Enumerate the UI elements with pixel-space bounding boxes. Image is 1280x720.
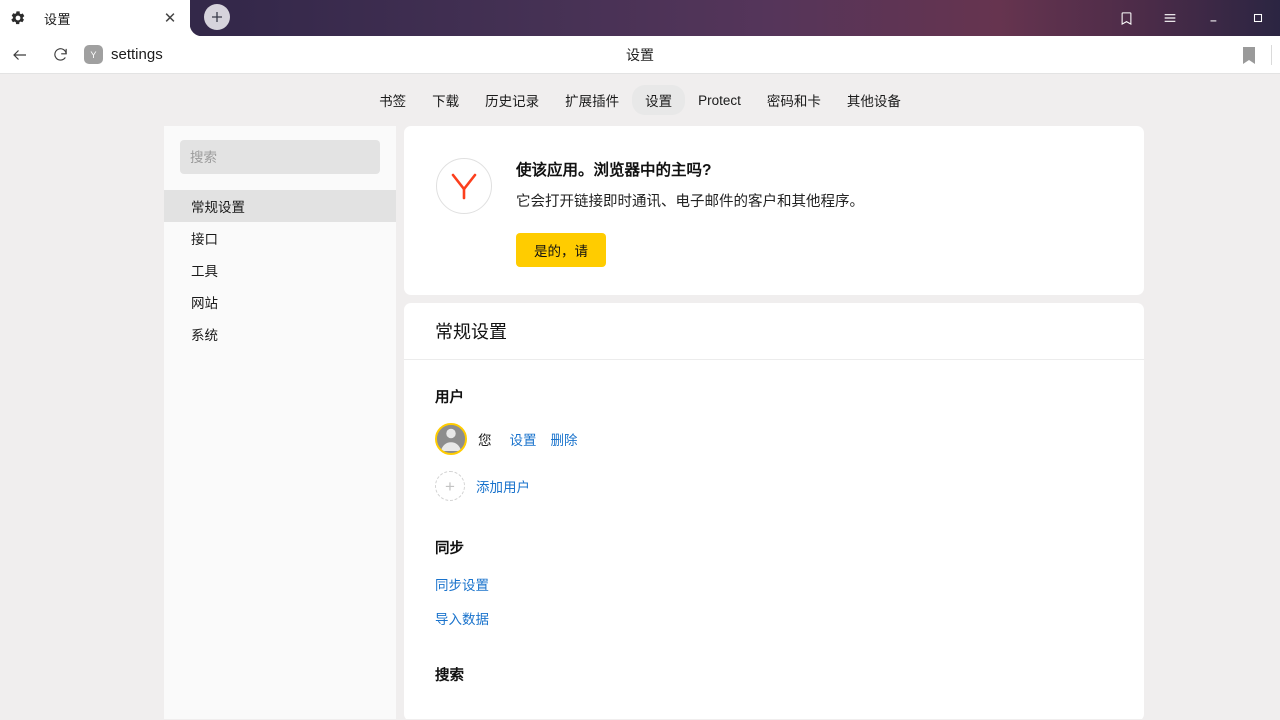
- promo-description: 它会打开链接即时通讯、电子邮件的客户和其他程序。: [516, 194, 864, 210]
- reload-icon: [53, 48, 67, 61]
- avatar[interactable]: [435, 423, 467, 455]
- tab-label: 设置: [44, 11, 72, 27]
- set-default-browser-button[interactable]: 是的，请: [516, 233, 606, 267]
- users-section-title: 用户: [435, 390, 464, 406]
- window-controls: [1104, 0, 1280, 36]
- settings-topnav: 书签 下载 历史记录 扩展插件 设置 Protect 密码和卡 其他设备: [0, 74, 1280, 126]
- plus-icon: [212, 12, 222, 22]
- topnav-item-1[interactable]: 下载: [419, 85, 472, 115]
- back-arrow-icon: [13, 49, 26, 60]
- y-glyph-icon: Y: [90, 50, 96, 60]
- page-title: 设置: [626, 46, 654, 63]
- add-user-row[interactable]: + 添加用户: [435, 471, 1113, 501]
- user-actions: 设置 删除: [510, 429, 578, 449]
- user-silhouette-icon: [437, 425, 465, 451]
- new-tab-button[interactable]: [204, 4, 230, 30]
- hamburger-menu-icon: [1164, 14, 1176, 22]
- addressbar-divider: [1271, 45, 1272, 65]
- y-logo-glyph: [451, 173, 477, 200]
- url-zone[interactable]: Y settings: [84, 45, 163, 64]
- sync-link-0[interactable]: 同步设置: [435, 574, 1113, 594]
- browser-addressbar: Y settings 设置: [0, 36, 1280, 74]
- minimize-button[interactable]: [1192, 0, 1236, 36]
- settings-main: 使该应用。浏览器中的主吗? 它会打开链接即时通讯、电子邮件的客户和其他程序。 是…: [396, 126, 1144, 719]
- general-settings-header: 常规设置: [404, 303, 1144, 360]
- settings-content: 常规设置接口工具网站系统 使该应用。浏览器中的主吗? 它会打开链接即时通讯、电子…: [0, 126, 1280, 719]
- collections-button[interactable]: [1104, 0, 1148, 36]
- sidebar-item-list: 常规设置 接口 工具 网站 系统: [164, 190, 396, 350]
- maximize-button[interactable]: [1236, 0, 1280, 36]
- reload-button[interactable]: [40, 36, 80, 74]
- sync-link-1[interactable]: 导入数据: [435, 608, 1113, 628]
- menu-button[interactable]: [1148, 0, 1192, 36]
- topnav-item-6[interactable]: 密码和卡: [754, 85, 834, 115]
- sidebar-item-3[interactable]: 网站: [164, 286, 396, 318]
- yandex-favicon-icon: Y: [84, 45, 103, 64]
- topnav-item-3[interactable]: 扩展插件: [552, 85, 632, 115]
- settings-page: 书签下载历史记录扩展插件设置Protect密码和卡其他设备 常规设置接口工具网站…: [0, 74, 1280, 719]
- current-user-name: 您: [478, 433, 492, 448]
- url-text: settings: [111, 46, 163, 63]
- addressbar-actions: [1227, 36, 1280, 74]
- topnav-item-5[interactable]: Protect: [685, 88, 754, 113]
- bookmark-filled-icon: [1243, 46, 1255, 64]
- search-input[interactable]: [180, 140, 380, 174]
- search-section-title: 搜索: [435, 668, 464, 684]
- user-settings-link[interactable]: 设置: [510, 429, 537, 449]
- yandex-logo-icon: [436, 158, 492, 214]
- sidebar-item-1[interactable]: 接口: [164, 222, 396, 254]
- sync-section-title: 同步: [435, 541, 464, 557]
- sidebar-item-2[interactable]: 工具: [164, 254, 396, 286]
- sidebar-search-wrap: [164, 140, 396, 190]
- user-delete-link[interactable]: 删除: [551, 429, 578, 449]
- bookmark-collections-icon: [1121, 11, 1131, 25]
- add-user-link[interactable]: 添加用户: [476, 476, 530, 496]
- sidebar-item-0[interactable]: 常规设置: [164, 190, 396, 222]
- sync-link-list: 同步设置 导入数据: [435, 574, 1113, 628]
- close-icon[interactable]: ✕: [160, 0, 180, 36]
- svg-text:Y: Y: [90, 50, 96, 60]
- topnav-item-7[interactable]: 其他设备: [834, 85, 914, 115]
- topnav-item-0[interactable]: 书签: [366, 85, 419, 115]
- bookmark-button[interactable]: [1227, 36, 1271, 74]
- plus-icon: +: [435, 471, 465, 501]
- settings-sidebar: 常规设置接口工具网站系统: [164, 126, 396, 719]
- user-row: 您 设置 删除: [435, 423, 1113, 455]
- back-button[interactable]: [0, 36, 40, 74]
- minimize-icon: [1210, 20, 1217, 22]
- general-settings-card: 常规设置 用户 您 设置 删除 + 添加用户 同步 同步设置 导入数据 搜索: [404, 303, 1144, 719]
- default-browser-promo-card: 使该应用。浏览器中的主吗? 它会打开链接即时通讯、电子邮件的客户和其他程序。 是…: [404, 126, 1144, 295]
- browser-tab-settings[interactable]: 设置 ✕: [0, 0, 190, 36]
- topnav-item-4[interactable]: 设置: [632, 85, 686, 115]
- topnav-item-2[interactable]: 历史记录: [472, 85, 552, 115]
- browser-titlebar: 设置 ✕: [0, 0, 1280, 36]
- maximize-icon: [1253, 13, 1263, 23]
- promo-title: 使该应用。浏览器中的主吗?: [516, 162, 712, 179]
- gear-icon: [0, 0, 36, 36]
- sidebar-item-4[interactable]: 系统: [164, 318, 396, 350]
